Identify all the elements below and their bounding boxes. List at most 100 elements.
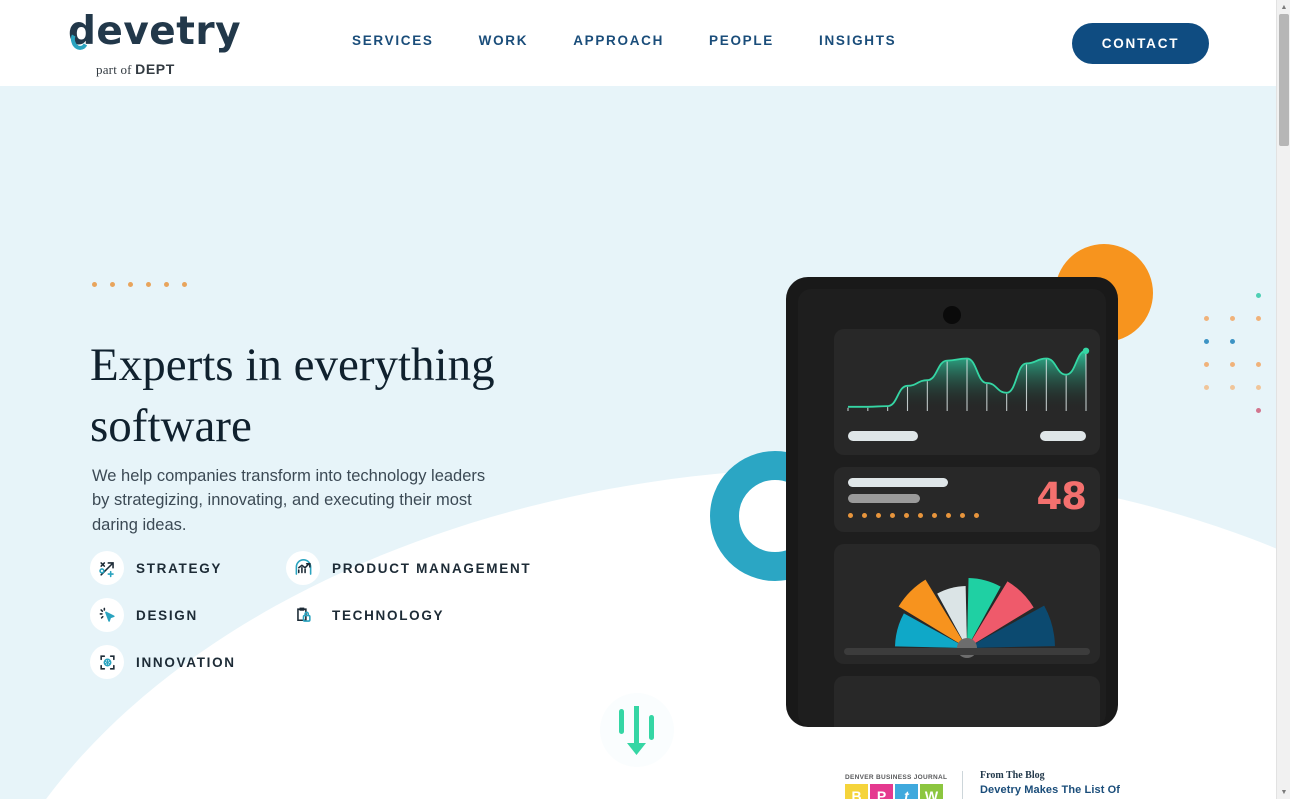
devetry-logo[interactable]: devetry part of DEPT bbox=[68, 9, 278, 77]
area-chart-card bbox=[834, 329, 1100, 455]
bptw-tiles: BPtW bbox=[845, 784, 945, 799]
service-item-design[interactable]: DESIGN bbox=[90, 598, 286, 632]
decorative-dot bbox=[1204, 316, 1209, 321]
stat-dot bbox=[848, 513, 853, 518]
award-publication: DENVER BUSINESS JOURNAL bbox=[845, 774, 948, 781]
product-management-icon bbox=[286, 551, 320, 585]
service-label-design: DESIGN bbox=[136, 607, 198, 623]
rose-chart bbox=[844, 578, 1090, 658]
decorative-dot bbox=[1256, 316, 1261, 321]
scrollbar-thumb[interactable] bbox=[1279, 14, 1289, 146]
eyebrow-dot bbox=[146, 282, 151, 287]
decorative-dot bbox=[1256, 293, 1261, 298]
stat-dot bbox=[862, 513, 867, 518]
bptw-tile-b: B bbox=[845, 784, 868, 799]
eyebrow-dot bbox=[110, 282, 115, 287]
area-chart bbox=[847, 347, 1090, 411]
bptw-tile-t: t bbox=[895, 784, 918, 799]
service-item-technology[interactable]: TECHNOLOGY bbox=[286, 598, 444, 632]
rose-chart-card bbox=[834, 544, 1100, 664]
stat-dot bbox=[904, 513, 909, 518]
bptw-tile-w: W bbox=[920, 784, 943, 799]
decorative-dot bbox=[1230, 362, 1235, 367]
site-header: devetry part of DEPT SERVICES WORK APPRO… bbox=[0, 0, 1276, 86]
logo-tagline-prefix: part of bbox=[96, 62, 136, 77]
stat-dot bbox=[960, 513, 965, 518]
chart-card-skeleton-left bbox=[848, 431, 918, 441]
eyebrow-dot bbox=[182, 282, 187, 287]
stat-dot bbox=[932, 513, 937, 518]
service-label-product-management: PRODUCT MANAGEMENT bbox=[332, 560, 532, 576]
dot-grid-decoration bbox=[1204, 284, 1276, 422]
stat-dot-row bbox=[848, 513, 979, 518]
nav-item-insights[interactable]: INSIGHTS bbox=[819, 33, 896, 48]
stat-dot bbox=[890, 513, 895, 518]
award-badge[interactable]: DENVER BUSINESS JOURNAL BPtW From The Bl… bbox=[845, 770, 1144, 799]
stat-skeleton-line-2 bbox=[848, 494, 920, 503]
dot-grid-row bbox=[1204, 307, 1276, 330]
denver-business-journal-logo: DENVER BUSINESS JOURNAL BPtW bbox=[845, 774, 948, 799]
decorative-dot bbox=[1204, 362, 1209, 367]
nav-item-work[interactable]: WORK bbox=[479, 33, 529, 48]
service-list: STRATEGY PRODUCT MANAGEMENT DESIGN TECHN… bbox=[90, 551, 531, 692]
eyebrow-dot bbox=[164, 282, 169, 287]
nav-item-people[interactable]: PEOPLE bbox=[709, 33, 774, 48]
technology-icon bbox=[286, 598, 320, 632]
eyebrow-dot bbox=[92, 282, 97, 287]
decorative-dot bbox=[1204, 339, 1209, 344]
page-viewport: devetry part of DEPT SERVICES WORK APPRO… bbox=[0, 0, 1276, 799]
scroll-down-indicator[interactable] bbox=[600, 693, 674, 767]
tablet-screen: 48 bbox=[798, 289, 1106, 727]
page-title: Experts in everything software bbox=[90, 339, 495, 453]
decorative-dot bbox=[1230, 385, 1235, 390]
eyebrow-dot bbox=[128, 282, 133, 287]
decorative-dot bbox=[1204, 385, 1209, 390]
bptw-tile-p: P bbox=[870, 784, 893, 799]
decorative-dot bbox=[1230, 316, 1235, 321]
service-row-2: DESIGN TECHNOLOGY bbox=[90, 598, 531, 632]
browser-scrollbar[interactable]: ▲ ▼ bbox=[1276, 0, 1290, 799]
stat-skeleton-line-1 bbox=[848, 478, 948, 487]
service-label-technology: TECHNOLOGY bbox=[332, 607, 445, 623]
strategy-icon bbox=[90, 551, 124, 585]
camera-dot-icon bbox=[943, 306, 961, 324]
main-navigation: SERVICES WORK APPROACH PEOPLE INSIGHTS bbox=[352, 33, 896, 48]
scroll-down-arrow-icon bbox=[619, 706, 654, 755]
dot-grid-row bbox=[1204, 284, 1276, 307]
logo-tagline: part of DEPT bbox=[96, 61, 175, 78]
stat-dot bbox=[876, 513, 881, 518]
nav-item-approach[interactable]: APPROACH bbox=[573, 33, 664, 48]
eyebrow-dots bbox=[92, 282, 187, 287]
dot-grid-row bbox=[1204, 376, 1276, 399]
contact-button[interactable]: CONTACT bbox=[1072, 23, 1209, 64]
service-item-innovation[interactable]: INNOVATION bbox=[90, 645, 286, 679]
tablet-mockup: 48 bbox=[786, 277, 1118, 727]
decorative-dot bbox=[1256, 408, 1261, 413]
dot-grid-row bbox=[1204, 330, 1276, 353]
nav-item-services[interactable]: SERVICES bbox=[352, 33, 434, 48]
service-item-strategy[interactable]: STRATEGY bbox=[90, 551, 286, 585]
decorative-dot bbox=[1230, 339, 1235, 344]
award-line-1: Devetry Makes The List Of bbox=[980, 784, 1121, 796]
decorative-dot bbox=[1256, 362, 1261, 367]
innovation-icon bbox=[90, 645, 124, 679]
stat-card: 48 bbox=[834, 467, 1100, 532]
stat-value: 48 bbox=[1036, 475, 1087, 518]
service-label-strategy: STRATEGY bbox=[136, 560, 223, 576]
logo-wordmark: devetry bbox=[68, 9, 242, 54]
stat-dot bbox=[946, 513, 951, 518]
stat-dot bbox=[918, 513, 923, 518]
award-text-block: From The Blog Devetry Makes The List Of … bbox=[980, 770, 1144, 799]
design-icon bbox=[90, 598, 124, 632]
service-item-product-management[interactable]: PRODUCT MANAGEMENT bbox=[286, 551, 531, 585]
chart-card-skeleton-right bbox=[1040, 431, 1086, 441]
award-divider bbox=[962, 770, 963, 799]
logo-tagline-dept: DEPT bbox=[135, 61, 175, 77]
triangle-down-icon[interactable]: ▼ bbox=[1277, 785, 1290, 799]
lower-card bbox=[834, 676, 1100, 727]
dot-grid-row bbox=[1204, 353, 1276, 376]
triangle-up-icon[interactable]: ▲ bbox=[1277, 0, 1290, 14]
service-row-3: INNOVATION bbox=[90, 645, 531, 679]
award-kicker: From The Blog bbox=[980, 770, 1045, 781]
stat-dot bbox=[974, 513, 979, 518]
